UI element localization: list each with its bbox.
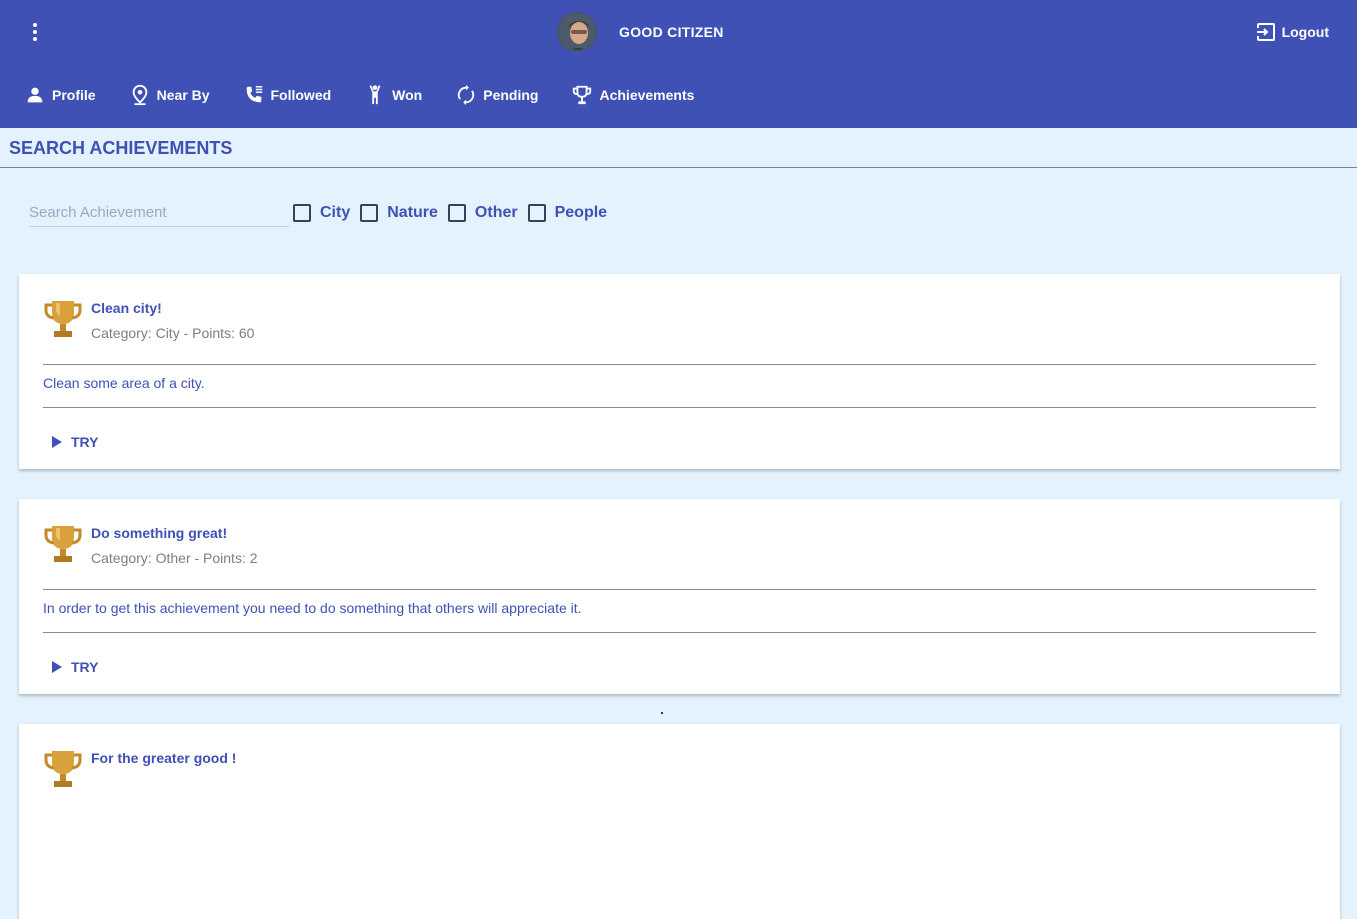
trophy-icon bbox=[573, 85, 592, 105]
divider bbox=[43, 589, 1316, 590]
nav-item-profile[interactable]: Profile bbox=[24, 80, 96, 110]
card-description: Clean some area of a city. bbox=[43, 375, 205, 391]
stray-dot bbox=[661, 712, 663, 714]
more-vert-menu-button[interactable] bbox=[24, 18, 46, 46]
filter-bar: City Nature Other People bbox=[29, 198, 617, 228]
search-input[interactable] bbox=[29, 199, 289, 227]
more-vert-icon-dot bbox=[33, 30, 37, 34]
achievement-card: Clean city! Category: City - Points: 60 … bbox=[19, 274, 1340, 469]
card-header: Clean city! Category: City - Points: 60 bbox=[43, 298, 254, 341]
try-button[interactable]: TRY bbox=[51, 434, 98, 450]
nav-item-label: Won bbox=[392, 87, 423, 103]
more-vert-icon-dot bbox=[33, 37, 37, 41]
filter-checkbox-other[interactable]: Other bbox=[447, 204, 518, 222]
location-pin-icon bbox=[132, 84, 147, 106]
logout-icon bbox=[1256, 23, 1275, 41]
try-button[interactable]: TRY bbox=[51, 659, 98, 675]
phone-icon bbox=[246, 86, 262, 103]
checkbox-label: City bbox=[320, 204, 351, 221]
card-header: Do something great! Category: Other - Po… bbox=[43, 523, 258, 566]
nav-item-label: Pending bbox=[483, 87, 539, 103]
nav-item-label: Profile bbox=[52, 87, 96, 103]
avatar[interactable] bbox=[557, 12, 597, 52]
checkbox-box[interactable] bbox=[293, 204, 311, 222]
card-title: For the greater good ! bbox=[91, 750, 237, 766]
card-subtitle: Category: City - Points: 60 bbox=[91, 325, 255, 341]
gold-trophy-icon bbox=[44, 526, 82, 562]
checkbox-label: Other bbox=[474, 204, 518, 221]
card-title: Clean city! bbox=[91, 300, 162, 316]
divider bbox=[43, 632, 1316, 633]
card-subtitle: Category: Other - Points: 2 bbox=[91, 550, 258, 566]
sync-icon bbox=[458, 84, 475, 106]
checkbox-box[interactable] bbox=[447, 204, 466, 222]
achievement-card: Do something great! Category: Other - Po… bbox=[19, 499, 1340, 694]
checkbox-label: Nature bbox=[387, 204, 438, 221]
checkbox-box[interactable] bbox=[527, 204, 546, 222]
app-title: GOOD CITIZEN bbox=[619, 24, 724, 40]
avatar-photo-icon bbox=[559, 14, 595, 50]
gold-trophy-icon bbox=[44, 751, 82, 787]
nav-item-label: Followed bbox=[270, 87, 332, 103]
more-vert-icon-dot bbox=[33, 23, 37, 27]
play-arrow-icon bbox=[52, 661, 62, 673]
nav-item-followed[interactable]: Followed bbox=[243, 80, 332, 110]
page-title: SEARCH ACHIEVEMENTS bbox=[0, 128, 1357, 168]
card-title: Do something great! bbox=[91, 525, 228, 541]
nav-item-label: Achievements bbox=[599, 87, 695, 103]
card-header: For the greater good ! bbox=[43, 748, 236, 790]
logout-label: Logout bbox=[1281, 24, 1329, 40]
logout-button[interactable]: Logout bbox=[1256, 20, 1329, 44]
try-label: TRY bbox=[71, 659, 99, 675]
nav-item-pending[interactable]: Pending bbox=[455, 80, 538, 110]
checkbox-label: People bbox=[554, 204, 608, 221]
main-nav: Profile Near By Followed Won Pending Ach… bbox=[24, 80, 727, 110]
person-raised-arms-icon bbox=[369, 85, 381, 105]
nav-item-label: Near By bbox=[156, 87, 210, 103]
nav-item-achievements[interactable]: Achievements bbox=[571, 80, 694, 110]
brand: GOOD CITIZEN bbox=[557, 12, 724, 52]
filter-checkbox-people[interactable]: People bbox=[527, 204, 608, 222]
try-label: TRY bbox=[71, 434, 99, 450]
gold-trophy-icon bbox=[44, 301, 82, 337]
filter-checkbox-nature[interactable]: Nature bbox=[360, 204, 438, 222]
checkbox-box[interactable] bbox=[360, 204, 379, 222]
nav-item-near-by[interactable]: Near By bbox=[129, 80, 210, 110]
filter-checkbox-city[interactable]: City bbox=[293, 204, 350, 222]
achievement-card: For the greater good ! bbox=[19, 724, 1340, 919]
top-app-bar: GOOD CITIZEN Logout Profile Near By Foll… bbox=[0, 0, 1357, 128]
play-arrow-icon bbox=[52, 436, 62, 448]
divider bbox=[43, 407, 1316, 408]
card-description: In order to get this achievement you nee… bbox=[43, 600, 582, 616]
person-icon bbox=[27, 87, 43, 103]
nav-item-won[interactable]: Won bbox=[364, 80, 422, 110]
divider bbox=[43, 364, 1316, 365]
